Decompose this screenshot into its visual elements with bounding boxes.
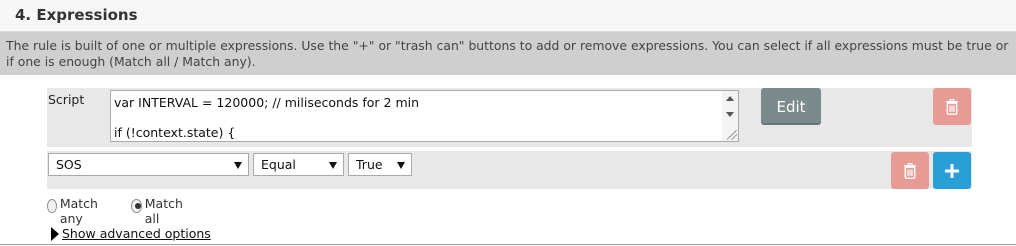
plus-icon — [945, 163, 959, 178]
chevron-down-icon — [329, 162, 337, 169]
chevron-down-icon — [234, 162, 242, 169]
scroll-down-arrow-icon[interactable] — [726, 112, 734, 117]
match-all-radio[interactable] — [131, 199, 142, 213]
delete-script-expression-button[interactable] — [933, 88, 971, 125]
script-expression-row: Script var INTERVAL = 120000; // milisec… — [47, 88, 972, 147]
scroll-up-arrow-icon[interactable] — [726, 96, 734, 101]
value-select-value: True — [356, 157, 383, 172]
resize-grip-icon[interactable] — [727, 130, 737, 140]
chevron-down-icon — [397, 162, 405, 169]
show-advanced-options-toggle[interactable]: Show advanced options — [51, 226, 211, 241]
section-header: 4. Expressions — [0, 0, 1016, 32]
edit-script-button[interactable]: Edit — [761, 88, 821, 125]
show-advanced-options-link[interactable]: Show advanced options — [62, 226, 211, 241]
match-any-option[interactable]: Match any — [47, 193, 102, 226]
section-description: The rule is built of one or multiple exp… — [0, 32, 1016, 75]
operator-select-value: Equal — [261, 157, 296, 172]
divider — [0, 244, 1016, 245]
match-any-label: Match any — [59, 196, 98, 226]
add-expression-button[interactable] — [933, 152, 971, 189]
trash-icon — [904, 162, 916, 179]
trash-icon — [946, 98, 958, 115]
script-label: Script — [48, 92, 85, 107]
condition-expression-row: SOS Equal True — [47, 151, 972, 189]
script-line: if (!context.state) { — [114, 125, 236, 140]
match-any-radio[interactable] — [47, 199, 57, 213]
field-select-value: SOS — [56, 157, 82, 172]
field-select[interactable]: SOS — [48, 153, 249, 176]
script-textarea[interactable]: var INTERVAL = 120000; // miliseconds fo… — [110, 90, 739, 142]
delete-condition-expression-button[interactable] — [891, 152, 929, 189]
operator-select[interactable]: Equal — [253, 153, 344, 176]
value-select[interactable]: True — [348, 153, 412, 176]
section-title: 4. Expressions — [15, 6, 138, 24]
match-all-label: Match all — [144, 196, 183, 226]
match-all-option[interactable]: Match all — [131, 193, 186, 226]
expand-triangle-icon — [51, 226, 59, 241]
script-line: var INTERVAL = 120000; // miliseconds fo… — [114, 95, 420, 110]
